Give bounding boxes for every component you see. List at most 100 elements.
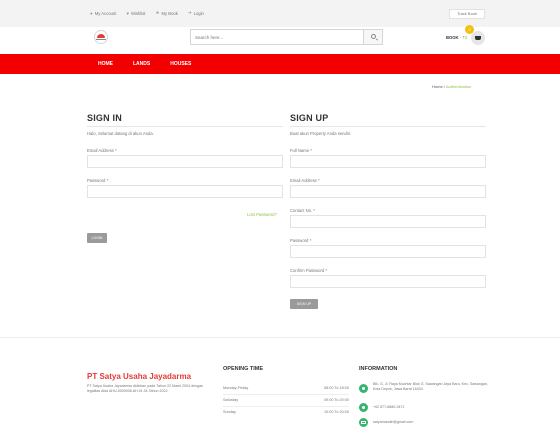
signin-password-label: Password *	[87, 178, 108, 183]
cart-amount: - ₹0	[459, 35, 468, 40]
company-phone[interactable]: +62 877-8880-9471	[373, 405, 493, 410]
hours-row: Sunday 10:00 To 20:00	[223, 410, 349, 414]
hours-row: Saturday 09:00 To 20:00	[223, 398, 349, 402]
top-bar: ● My Account ♥ Wishlist ★ My Book ➔ Logi…	[0, 0, 560, 27]
hours-time: 08:00 To 18:00	[323, 386, 349, 390]
heart-icon: ♥	[126, 10, 130, 16]
nav-item-houses[interactable]: HOUSES	[170, 61, 191, 67]
phone-icon	[359, 403, 368, 412]
signin-email-field[interactable]	[87, 155, 283, 168]
search-box	[190, 29, 383, 45]
signup-fullname-label: Full Name *	[290, 148, 312, 153]
company-address: Blk. G, Jl. Raya Muchtar Blok G, Sawanga…	[373, 382, 488, 392]
signin-password-label-text: Password	[87, 178, 106, 183]
required-marker: *	[325, 268, 328, 273]
cart-label: BOOK	[446, 35, 459, 40]
signup-title-divider	[290, 126, 486, 127]
information-title: INFORMATION	[359, 366, 398, 372]
footer-divider	[0, 337, 560, 338]
cart-total[interactable]: BOOK - ₹0	[446, 35, 467, 40]
company-description: PT Satya Usaha Jayadarma didirikan pada …	[87, 384, 204, 394]
signup-confirm-label: Confirm Password *	[290, 268, 327, 273]
company-name: PT Satya Usaha Jayadarma	[87, 372, 192, 381]
signin-email-label: Email Address *	[87, 148, 117, 153]
search-button[interactable]	[363, 30, 382, 44]
signin-title-divider	[87, 126, 283, 127]
hours-time: 09:00 To 20:00	[323, 398, 349, 402]
required-marker: *	[106, 178, 109, 183]
login-icon: ➔	[187, 10, 192, 15]
site-logo[interactable]	[94, 30, 108, 44]
signin-password-field[interactable]	[87, 185, 283, 198]
signup-contact-field[interactable]	[290, 215, 486, 228]
hours-time: 10:00 To 20:00	[323, 410, 349, 414]
signup-button[interactable]: SIGN UP	[290, 299, 318, 309]
logo-sun-icon	[97, 34, 105, 38]
phone-dot	[362, 406, 365, 409]
signin-title: SIGN IN	[87, 113, 122, 123]
opening-time-title: OPENING TIME	[223, 366, 264, 372]
hours-day: Sunday	[223, 410, 236, 414]
signup-contact-label-text: Contact No.	[290, 208, 313, 213]
signup-password-label-text: Password	[290, 238, 309, 243]
required-marker: *	[114, 148, 117, 153]
signup-fullname-field[interactable]	[290, 155, 486, 168]
required-marker: *	[317, 178, 320, 183]
signup-password-field[interactable]	[290, 245, 486, 258]
track-book-button[interactable]: Track Book	[449, 9, 485, 19]
search-input[interactable]	[191, 30, 363, 44]
email-icon	[359, 418, 368, 427]
star-icon: ★	[155, 10, 160, 15]
signup-password-label: Password *	[290, 238, 311, 243]
top-link-login[interactable]: ➔ Login	[188, 10, 204, 16]
signup-form: SIGN UP Buat akun Property Anda sendiri.…	[290, 113, 486, 313]
company-email[interactable]: satyamandiri@gmail.com	[373, 420, 493, 425]
nav-item-home[interactable]: HOME	[98, 61, 113, 67]
login-button[interactable]: LOGIN	[87, 233, 107, 243]
hours-day: Saturday	[223, 398, 239, 402]
top-link-label: Wishlist	[131, 10, 146, 16]
top-link-wishlist[interactable]: ♥ Wishlist	[126, 10, 145, 16]
hours-divider	[223, 394, 349, 395]
nav-item-lands[interactable]: LANDS	[133, 61, 150, 67]
breadcrumb-current: Authentication	[445, 84, 472, 89]
signin-email-label-text: Email Address	[87, 148, 114, 153]
signup-email-field[interactable]	[290, 185, 486, 198]
location-icon	[359, 384, 368, 393]
breadcrumb-separator: /	[443, 84, 445, 89]
signin-intro: Halo, Selamat datang di akun Anda.	[87, 131, 154, 136]
main-nav: HOME LANDS HOUSES	[0, 54, 560, 74]
signup-intro: Buat akun Property Anda sendiri.	[290, 131, 352, 136]
top-link-my-account[interactable]: ● My Account	[90, 10, 116, 16]
hours-row: Monday-Friday 08:00 To 18:00	[223, 386, 349, 390]
required-marker: *	[313, 208, 315, 213]
required-marker: *	[310, 148, 312, 153]
breadcrumb-home[interactable]: Home	[432, 84, 443, 89]
top-link-label: Login	[193, 10, 204, 16]
user-icon: ●	[90, 10, 93, 16]
location-dot	[362, 387, 365, 390]
logo-base	[96, 39, 106, 40]
envelope-shape	[361, 421, 366, 424]
top-links: ● My Account ♥ Wishlist ★ My Book ➔ Logi…	[90, 10, 204, 16]
signin-form: SIGN IN Halo, Selamat datang di akun And…	[87, 113, 283, 253]
signup-email-label: Email Address *	[290, 178, 320, 183]
breadcrumb: Home / Authentication	[432, 84, 471, 89]
search-icon	[371, 34, 376, 39]
required-marker: *	[309, 238, 312, 243]
signup-contact-label: Contact No. *	[290, 208, 315, 213]
top-link-label: My Account	[94, 10, 117, 16]
signup-fullname-label-text: Full Name	[290, 148, 310, 153]
cart-icon	[475, 36, 481, 40]
signup-email-label-text: Email Address	[290, 178, 317, 183]
hours-divider	[223, 406, 349, 407]
top-link-label: My Book	[161, 10, 178, 16]
top-link-my-book[interactable]: ★ My Book	[155, 10, 177, 16]
signup-title: SIGN UP	[290, 113, 329, 123]
signup-confirm-label-text: Confirm Password	[290, 268, 325, 273]
cart-count-badge: 0	[465, 25, 474, 34]
lost-password-link[interactable]: Lost Password?	[247, 212, 277, 217]
signup-confirm-field[interactable]	[290, 275, 486, 288]
cart-button[interactable]	[471, 31, 485, 45]
hours-day: Monday-Friday	[223, 386, 249, 390]
